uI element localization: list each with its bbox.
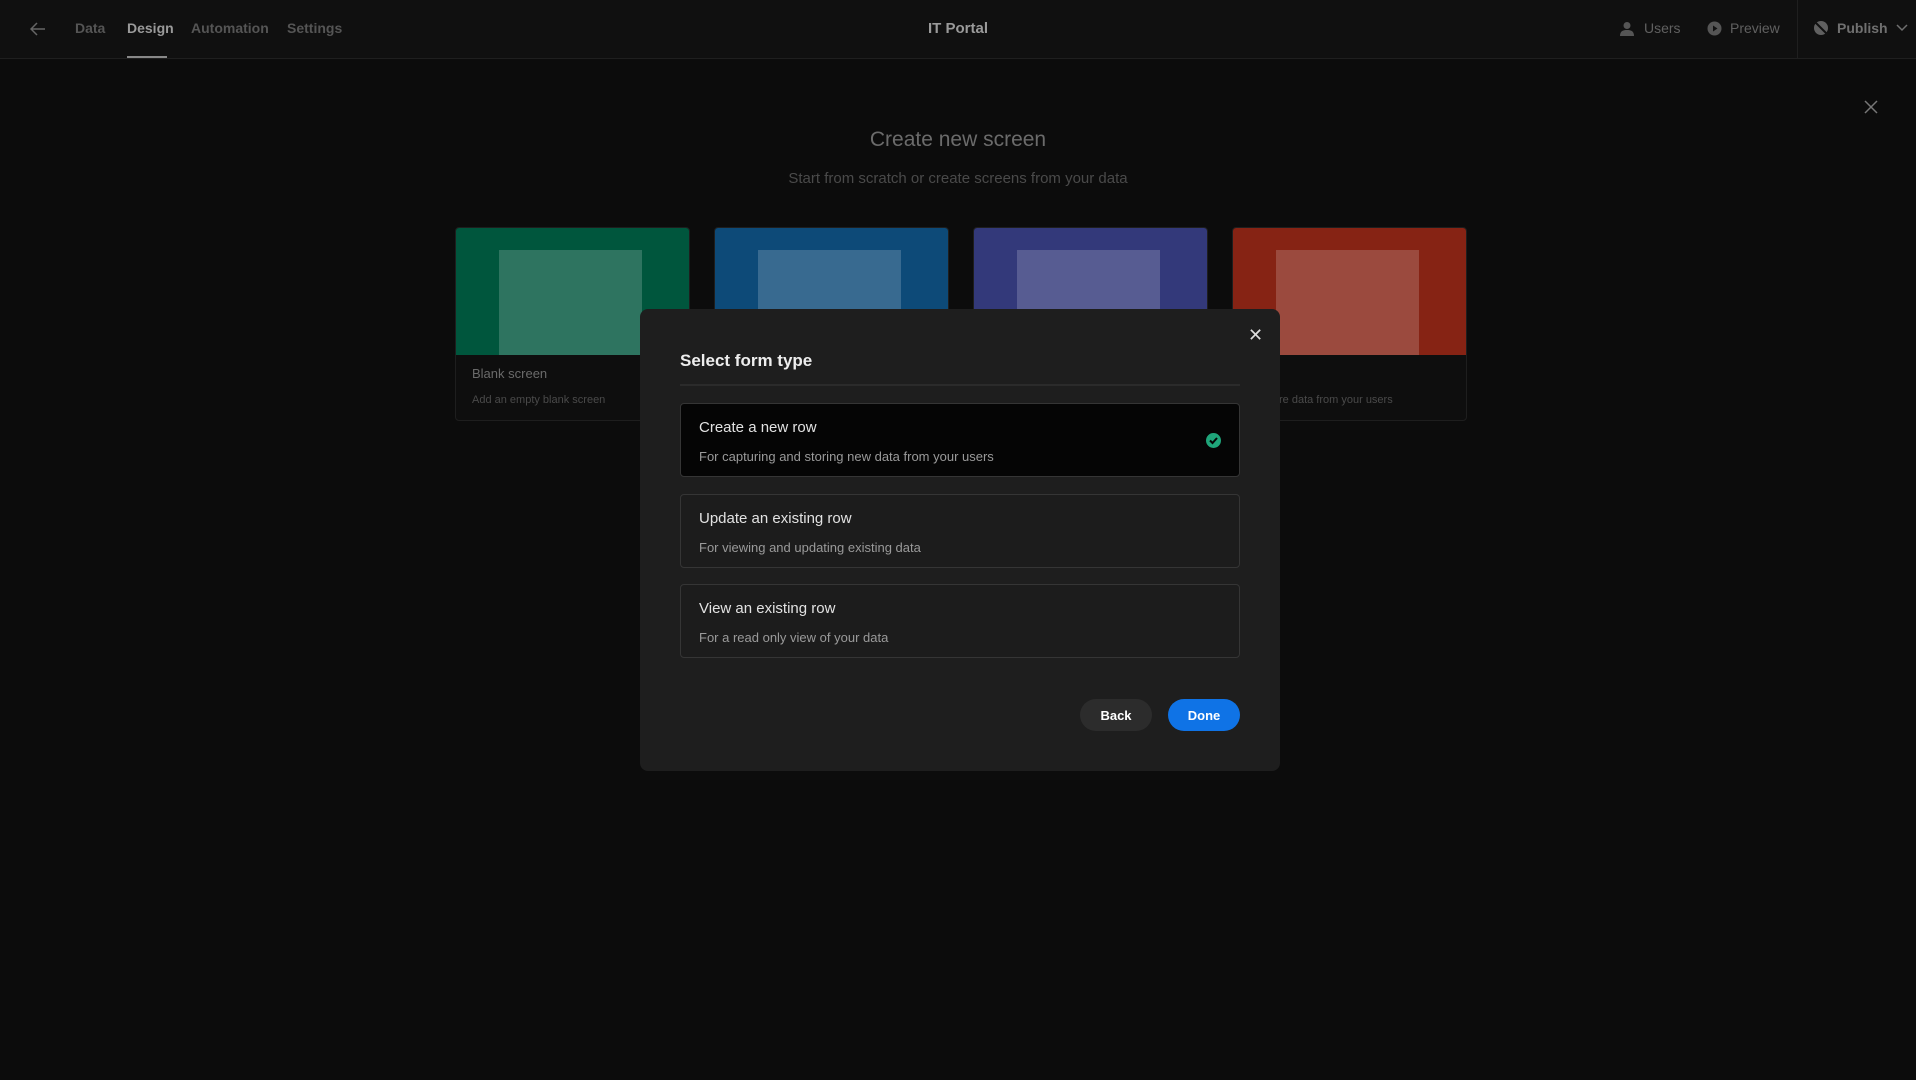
chevron-down-icon[interactable] [1896,24,1908,32]
preview-button[interactable]: Preview [1707,20,1780,36]
option-label: Create a new row [699,419,817,436]
divider [1797,0,1798,58]
option-create-row[interactable]: Create a new row For capturing and stori… [680,403,1240,477]
preview-label: Preview [1730,20,1780,36]
page-heading: Create new screen [869,128,1047,151]
option-desc: For a read only view of your data [699,630,889,645]
top-bar: Data Design Automation Settings IT Porta… [0,0,1916,59]
card-name: Blank screen [472,366,548,381]
option-label: Update an existing row [699,510,852,527]
select-form-type-modal: ✕ Select form type Create a new row For … [640,309,1280,771]
check-circle-icon [1206,433,1221,448]
option-label: View an existing row [699,600,836,617]
publish-button[interactable]: Publish [1813,20,1908,36]
play-icon [1707,21,1722,35]
users-label: Users [1644,20,1681,36]
divider [680,384,1240,386]
publish-label: Publish [1837,20,1888,36]
modal-close-icon[interactable]: ✕ [1248,325,1263,346]
option-desc: For viewing and updating existing data [699,540,921,555]
users-icon [1620,21,1634,36]
option-view-row[interactable]: View an existing row For a read only vie… [680,584,1240,658]
page-subheading: Start from scratch or create screens fro… [788,170,1128,187]
option-update-row[interactable]: Update an existing row For viewing and u… [680,494,1240,568]
modal-title: Select form type [680,351,813,370]
done-button[interactable]: Done [1168,699,1240,731]
users-button[interactable]: Users [1620,20,1681,36]
back-button[interactable]: Back [1080,699,1152,731]
card-desc: re data from your users [1279,394,1393,406]
active-tab-indicator [127,56,167,58]
card-desc: Add an empty blank screen [472,394,606,406]
option-desc: For capturing and storing new data from … [699,449,994,464]
publish-off-icon [1813,20,1829,36]
close-icon[interactable] [1864,100,1878,114]
